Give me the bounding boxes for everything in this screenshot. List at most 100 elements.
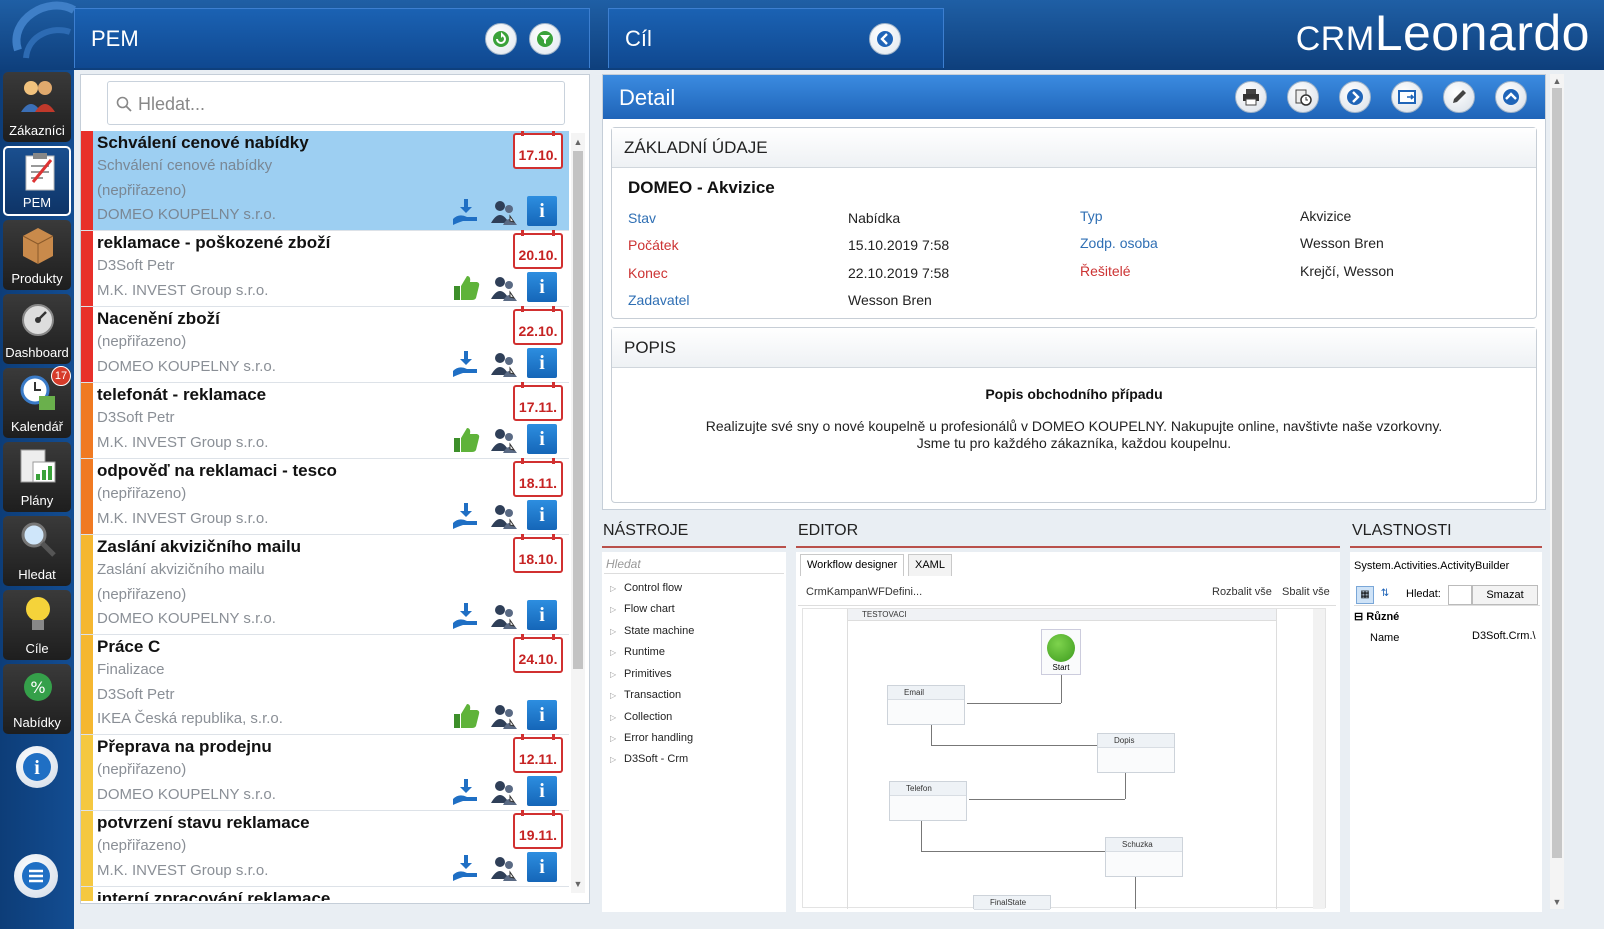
approve-task-button[interactable] bbox=[451, 701, 481, 731]
task-info-button[interactable]: i bbox=[527, 348, 557, 378]
task-info-button[interactable]: i bbox=[527, 500, 557, 530]
search-input[interactable] bbox=[138, 92, 548, 116]
search-icon bbox=[116, 96, 132, 112]
refresh-button[interactable] bbox=[485, 23, 517, 55]
task-info-button[interactable]: i bbox=[527, 776, 557, 806]
clear-button[interactable]: Smazat bbox=[1472, 585, 1538, 605]
task-info-button[interactable]: i bbox=[527, 196, 557, 226]
tab-xaml[interactable]: XAML bbox=[908, 554, 952, 576]
final-node[interactable]: FinalState bbox=[973, 895, 1051, 910]
sidebar-item-dashboard[interactable]: Dashboard bbox=[3, 294, 71, 364]
accept-task-button[interactable] bbox=[451, 777, 481, 807]
task-row[interactable]: interní zpracování reklamace bbox=[81, 887, 569, 901]
assign-users-button[interactable] bbox=[489, 853, 519, 883]
print-button[interactable] bbox=[1235, 81, 1267, 113]
task-info-button[interactable]: i bbox=[527, 600, 557, 630]
collapse-button[interactable] bbox=[1495, 81, 1527, 113]
window-button[interactable] bbox=[1391, 81, 1423, 113]
scroll-thumb[interactable] bbox=[573, 151, 583, 669]
accept-task-button[interactable] bbox=[451, 197, 481, 227]
task-title: odpověď na reklamaci - tesco bbox=[97, 461, 337, 480]
task-row[interactable]: Zaslání akvizičního mailu Zaslání akvizič… bbox=[81, 534, 569, 635]
properties-search-input[interactable] bbox=[1448, 585, 1472, 605]
sidebar-item-pem[interactable]: PEM bbox=[3, 146, 71, 216]
next-button[interactable] bbox=[1339, 81, 1371, 113]
tab-workflow-designer[interactable]: Workflow designer bbox=[800, 554, 905, 576]
accept-task-button[interactable] bbox=[451, 853, 481, 883]
main-scrollbar[interactable]: ▲ ▼ bbox=[1550, 74, 1564, 909]
menu-button[interactable] bbox=[14, 854, 58, 898]
info-button[interactable]: i bbox=[16, 746, 58, 788]
task-row[interactable]: odpověď na reklamaci - tesco (nepřiřazeno… bbox=[81, 458, 569, 535]
edit-button[interactable] bbox=[1443, 81, 1475, 113]
task-info-button[interactable]: i bbox=[527, 424, 557, 454]
assign-users-button[interactable] bbox=[489, 601, 519, 631]
tool-item[interactable]: ▷ Flow chart bbox=[610, 603, 675, 615]
scroll-down-icon[interactable]: ▼ bbox=[1550, 895, 1564, 909]
scroll-up-icon[interactable]: ▲ bbox=[1550, 74, 1564, 88]
description-title: Popis obchodního případu bbox=[985, 386, 1163, 402]
tool-item[interactable]: ▷ Control flow bbox=[610, 582, 682, 594]
task-row[interactable]: Práce C Finalizace D3Soft Petr IKEA Česká r… bbox=[81, 634, 569, 735]
task-row[interactable]: Nacenění zboží (nepřiřazeno) DOMEO KOUPELN… bbox=[81, 306, 569, 383]
task-row[interactable]: Přeprava na prodejnu (nepřiřazeno) DOMEO K… bbox=[81, 734, 569, 811]
task-info-button[interactable]: i bbox=[527, 700, 557, 730]
schuzka-node[interactable]: Schuzka bbox=[1105, 837, 1183, 877]
filter-button[interactable] bbox=[529, 23, 561, 55]
canvas-scrollbar[interactable] bbox=[1313, 609, 1325, 909]
categorized-icon[interactable]: ▦ bbox=[1356, 586, 1374, 604]
expand-all-link[interactable]: Rozbalit vše bbox=[1212, 586, 1272, 598]
dopis-node[interactable]: Dopis bbox=[1097, 733, 1175, 773]
tool-item[interactable]: ▷ Runtime bbox=[610, 646, 665, 658]
back-button[interactable] bbox=[869, 23, 901, 55]
telefon-node[interactable]: Telefon bbox=[889, 781, 967, 821]
approve-task-button[interactable] bbox=[451, 425, 481, 455]
history-button[interactable] bbox=[1287, 81, 1319, 113]
accept-task-button[interactable] bbox=[451, 501, 481, 531]
tools-search-input[interactable]: Hledat bbox=[604, 554, 784, 574]
scroll-up-icon[interactable]: ▲ bbox=[571, 135, 585, 149]
assign-users-button[interactable] bbox=[489, 349, 519, 379]
assign-users-button[interactable] bbox=[489, 197, 519, 227]
expand-arrow-icon: ▷ bbox=[610, 648, 617, 657]
email-node[interactable]: Email bbox=[887, 685, 965, 725]
sidebar-item-products[interactable]: Produkty bbox=[3, 220, 71, 290]
assign-users-button[interactable] bbox=[489, 501, 519, 531]
list-scrollbar[interactable]: ▲ ▼ bbox=[571, 133, 585, 893]
workflow-canvas[interactable]: TESTOVACI Start Email Dopis Telefon Schu… bbox=[802, 608, 1326, 910]
due-date-calendar: 18.10. bbox=[513, 534, 563, 573]
scroll-thumb[interactable] bbox=[1552, 88, 1562, 858]
task-info-button[interactable]: i bbox=[527, 272, 557, 302]
sidebar-item-search[interactable]: Hledat bbox=[3, 516, 71, 586]
tool-item[interactable]: ▷ Transaction bbox=[610, 689, 681, 701]
assign-users-button[interactable] bbox=[489, 777, 519, 807]
tool-item[interactable]: ▷ D3Soft - Crm bbox=[610, 753, 688, 765]
tool-item[interactable]: ▷ State machine bbox=[610, 625, 694, 637]
sidebar-item-customers[interactable]: Zákazníci bbox=[3, 72, 71, 142]
start-node[interactable]: Start bbox=[1041, 629, 1081, 675]
assign-users-button[interactable] bbox=[489, 701, 519, 731]
task-row[interactable]: reklamace - poškozené zboží D3Soft Petr M.… bbox=[81, 230, 569, 307]
users-icon bbox=[491, 201, 517, 225]
assign-users-button[interactable] bbox=[489, 425, 519, 455]
sidebar-item-goals[interactable]: Cíle bbox=[3, 590, 71, 660]
tool-item[interactable]: ▷ Error handling bbox=[610, 732, 693, 744]
approve-task-button[interactable] bbox=[451, 273, 481, 303]
task-info-button[interactable]: i bbox=[527, 852, 557, 882]
task-row[interactable]: potvrzení stavu reklamace (nepřiřazeno) M.… bbox=[81, 810, 569, 887]
task-row[interactable]: telefonát - reklamace D3Soft Petr M.K. INV… bbox=[81, 382, 569, 459]
sidebar-item-plans[interactable]: Plány bbox=[3, 442, 71, 512]
assign-users-button[interactable] bbox=[489, 273, 519, 303]
sidebar-item-offers[interactable]: % Nabídky bbox=[3, 664, 71, 734]
tool-item[interactable]: ▷ Primitives bbox=[610, 668, 672, 680]
sidebar-item-calendar[interactable]: 17 Kalendář bbox=[3, 366, 71, 438]
sort-az-icon[interactable]: ⇅ bbox=[1376, 586, 1394, 604]
task-row[interactable]: Schválení cenové nabídky Schválení cenové… bbox=[81, 131, 569, 231]
scroll-down-icon[interactable]: ▼ bbox=[571, 877, 585, 891]
property-value[interactable]: D3Soft.Crm.\ bbox=[1472, 630, 1540, 646]
properties-category[interactable]: ⊟ Různé bbox=[1354, 610, 1399, 623]
collapse-all-link[interactable]: Sbalit vše bbox=[1282, 586, 1330, 598]
accept-task-button[interactable] bbox=[451, 349, 481, 379]
accept-task-button[interactable] bbox=[451, 601, 481, 631]
tool-item[interactable]: ▷ Collection bbox=[610, 711, 672, 723]
